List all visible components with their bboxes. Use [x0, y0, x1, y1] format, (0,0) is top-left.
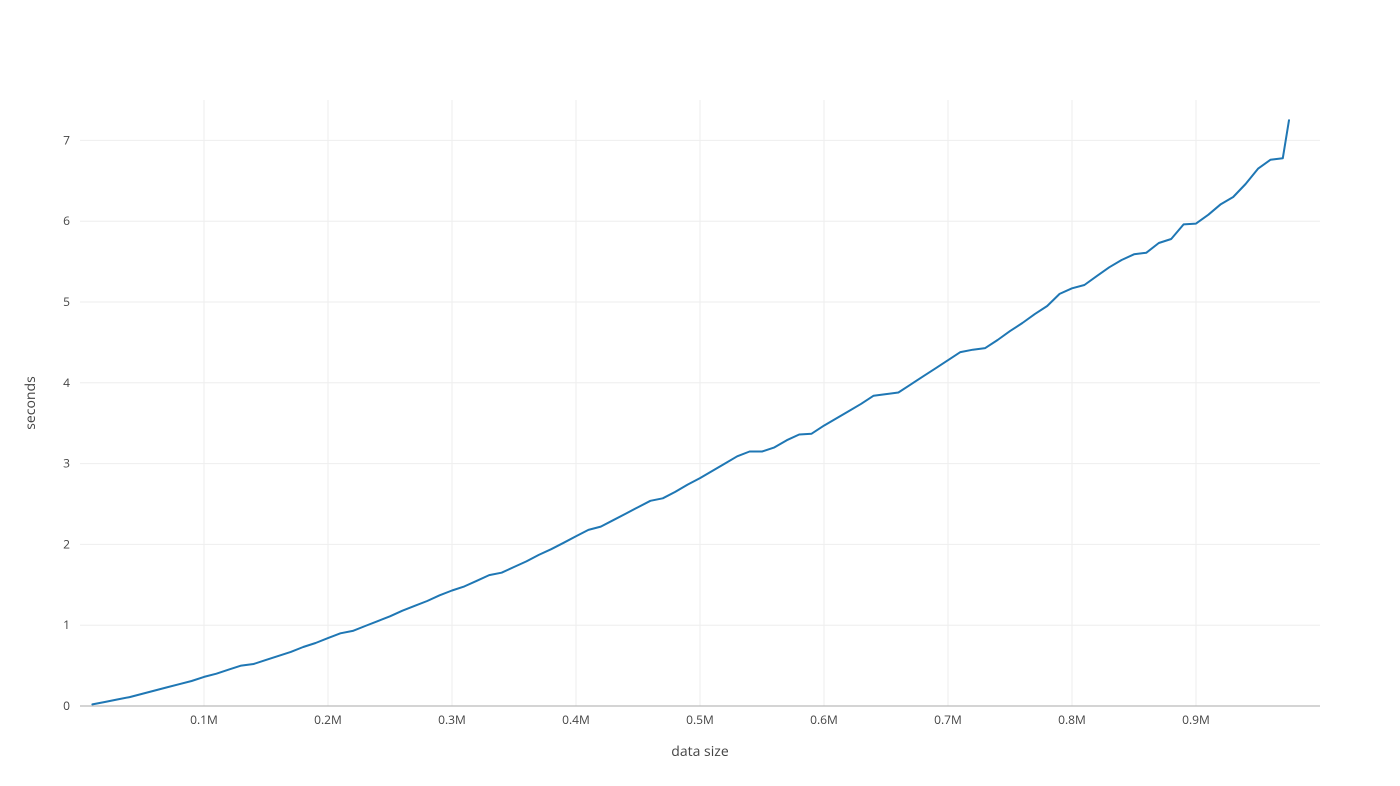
chart-container: 0.1M 0.2M 0.3M 0.4M 0.5M 0.6M 0.7M 0.8M 0.9M 0 1 2 3…: [0, 0, 1400, 786]
x-tick-label: 0.1M: [190, 711, 218, 728]
x-tick-label: 0.2M: [314, 711, 342, 728]
x-axis-title: data size: [671, 742, 729, 761]
x-tick-label: 0.5M: [686, 711, 714, 728]
x-tick-label: 0.9M: [1182, 711, 1210, 728]
y-tick-label: 6: [63, 212, 70, 229]
x-tick-label: 0.6M: [810, 711, 838, 728]
y-axis-title: seconds: [21, 376, 40, 430]
y-tick-label: 3: [63, 455, 70, 472]
x-tick-label: 0.7M: [934, 711, 962, 728]
series-time: [92, 120, 1289, 704]
y-tick-label: 2: [63, 535, 70, 552]
y-tick-label: 5: [63, 293, 70, 310]
x-tick-label: 0.3M: [438, 711, 466, 728]
y-tick-label: 0: [63, 697, 70, 714]
y-tick-label: 7: [63, 131, 70, 148]
x-tick-label: 0.8M: [1058, 711, 1086, 728]
x-tick-label: 0.4M: [562, 711, 590, 728]
y-tick-label: 4: [63, 374, 70, 391]
line-chart[interactable]: 0.1M 0.2M 0.3M 0.4M 0.5M 0.6M 0.7M 0.8M 0.9M 0 1 2 3…: [0, 0, 1400, 786]
y-tick-label: 1: [63, 616, 70, 633]
